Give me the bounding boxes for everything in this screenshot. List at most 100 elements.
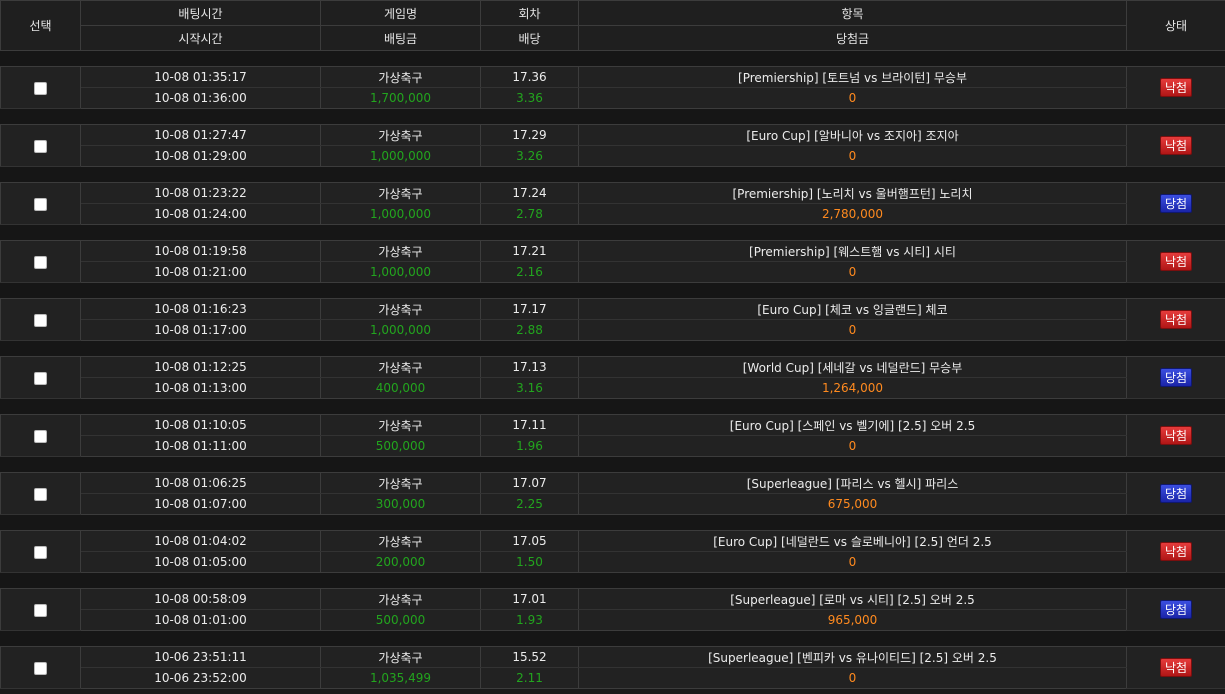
select-cell — [0, 182, 81, 225]
status-cell: 당첨 — [1126, 356, 1225, 399]
bet-item: [Premiership] [노리치 vs 울버햄프턴] 노리치 — [578, 182, 1127, 204]
game-name: 가상축구 — [320, 240, 481, 262]
bet-amount: 300,000 — [320, 493, 481, 515]
win-amount: 1,264,000 — [578, 377, 1127, 399]
bet-time: 10-08 01:06:25 — [80, 472, 321, 494]
row-spacer — [0, 456, 1225, 473]
status-cell: 낙첨 — [1126, 530, 1225, 573]
row-spacer — [0, 340, 1225, 357]
bet-amount: 200,000 — [320, 551, 481, 573]
bet-time: 10-08 01:10:05 — [80, 414, 321, 436]
bet-row: 10-08 01:35:17 가상축구 17.36 [Premiership] … — [0, 50, 1225, 109]
win-amount: 0 — [578, 435, 1127, 457]
select-checkbox[interactable] — [34, 371, 47, 385]
game-name: 가상축구 — [320, 66, 481, 88]
select-checkbox[interactable] — [34, 255, 47, 269]
bet-item: [Euro Cup] [체코 vs 잉글랜드] 체코 — [578, 298, 1127, 320]
status-badge: 당첨 — [1159, 194, 1193, 213]
select-checkbox[interactable] — [34, 661, 47, 675]
start-time: 10-08 01:01:00 — [80, 609, 321, 631]
round: 17.07 — [480, 472, 579, 494]
select-checkbox[interactable] — [34, 81, 47, 95]
select-cell — [0, 124, 81, 167]
status-cell: 당첨 — [1126, 182, 1225, 225]
select-checkbox[interactable] — [34, 545, 47, 559]
bet-item: [World Cup] [세네갈 vs 네덜란드] 무승부 — [578, 356, 1127, 378]
round: 17.01 — [480, 588, 579, 610]
row-spacer — [0, 166, 1225, 183]
row-spacer — [0, 108, 1225, 125]
header-bet-amount: 배팅금 — [320, 25, 481, 51]
select-cell — [0, 646, 81, 689]
round: 17.21 — [480, 240, 579, 262]
round: 17.13 — [480, 356, 579, 378]
status-cell: 낙첨 — [1126, 66, 1225, 109]
select-cell — [0, 588, 81, 631]
game-name: 가상축구 — [320, 472, 481, 494]
bet-row: 10-08 01:19:58 가상축구 17.21 [Premiership] … — [0, 224, 1225, 283]
bet-time: 10-08 01:27:47 — [80, 124, 321, 146]
start-time: 10-08 01:29:00 — [80, 145, 321, 167]
row-spacer — [0, 630, 1225, 647]
select-cell — [0, 66, 81, 109]
game-name: 가상축구 — [320, 124, 481, 146]
odds: 1.50 — [480, 551, 579, 573]
win-amount: 0 — [578, 145, 1127, 167]
start-time: 10-08 01:05:00 — [80, 551, 321, 573]
bet-row: 10-08 01:16:23 가상축구 17.17 [Euro Cup] [체코… — [0, 282, 1225, 341]
row-spacer — [0, 50, 1225, 67]
select-checkbox[interactable] — [34, 603, 47, 617]
status-badge: 낙첨 — [1159, 310, 1193, 329]
select-checkbox[interactable] — [34, 139, 47, 153]
start-time: 10-08 01:36:00 — [80, 87, 321, 109]
start-time: 10-06 23:52:00 — [80, 667, 321, 689]
header-select: 선택 — [0, 0, 81, 51]
select-checkbox[interactable] — [34, 429, 47, 443]
select-cell — [0, 414, 81, 457]
round: 17.36 — [480, 66, 579, 88]
bet-item: [Superleague] [파리스 vs 헬시] 파리스 — [578, 472, 1127, 494]
win-amount: 675,000 — [578, 493, 1127, 515]
status-cell: 낙첨 — [1126, 298, 1225, 341]
win-amount: 0 — [578, 87, 1127, 109]
row-spacer — [0, 224, 1225, 241]
win-amount: 0 — [578, 319, 1127, 341]
bet-time: 10-06 23:51:11 — [80, 646, 321, 668]
bet-item: [Euro Cup] [네덜란드 vs 슬로베니아] [2.5] 언더 2.5 — [578, 530, 1127, 552]
game-name: 가상축구 — [320, 356, 481, 378]
odds: 2.88 — [480, 319, 579, 341]
bet-item: [Euro Cup] [스페인 vs 벨기에] [2.5] 오버 2.5 — [578, 414, 1127, 436]
odds: 2.25 — [480, 493, 579, 515]
bet-history-table: 선택 배팅시간 게임명 회차 항목 상태 시작시간 배팅금 배당 당첨금 10-… — [0, 0, 1225, 689]
odds: 3.16 — [480, 377, 579, 399]
round: 17.17 — [480, 298, 579, 320]
select-cell — [0, 298, 81, 341]
bet-amount: 1,000,000 — [320, 203, 481, 225]
select-checkbox[interactable] — [34, 197, 47, 211]
row-spacer — [0, 398, 1225, 415]
status-badge: 당첨 — [1159, 600, 1193, 619]
select-cell — [0, 356, 81, 399]
header-item: 항목 — [578, 0, 1127, 26]
status-badge: 낙첨 — [1159, 426, 1193, 445]
status-badge: 낙첨 — [1159, 542, 1193, 561]
bet-item: [Euro Cup] [알바니아 vs 조지아] 조지아 — [578, 124, 1127, 146]
bet-time: 10-08 00:58:09 — [80, 588, 321, 610]
header-odds: 배당 — [480, 25, 579, 51]
game-name: 가상축구 — [320, 530, 481, 552]
game-name: 가상축구 — [320, 298, 481, 320]
bet-time: 10-08 01:23:22 — [80, 182, 321, 204]
game-name: 가상축구 — [320, 414, 481, 436]
game-name: 가상축구 — [320, 588, 481, 610]
status-cell: 당첨 — [1126, 472, 1225, 515]
bet-time: 10-08 01:12:25 — [80, 356, 321, 378]
select-cell — [0, 240, 81, 283]
select-checkbox[interactable] — [34, 487, 47, 501]
status-badge: 낙첨 — [1159, 78, 1193, 97]
bet-amount: 1,000,000 — [320, 319, 481, 341]
bet-row: 10-08 01:04:02 가상축구 17.05 [Euro Cup] [네덜… — [0, 514, 1225, 573]
select-checkbox[interactable] — [34, 313, 47, 327]
win-amount: 0 — [578, 261, 1127, 283]
odds: 1.96 — [480, 435, 579, 457]
status-badge: 낙첨 — [1159, 252, 1193, 271]
